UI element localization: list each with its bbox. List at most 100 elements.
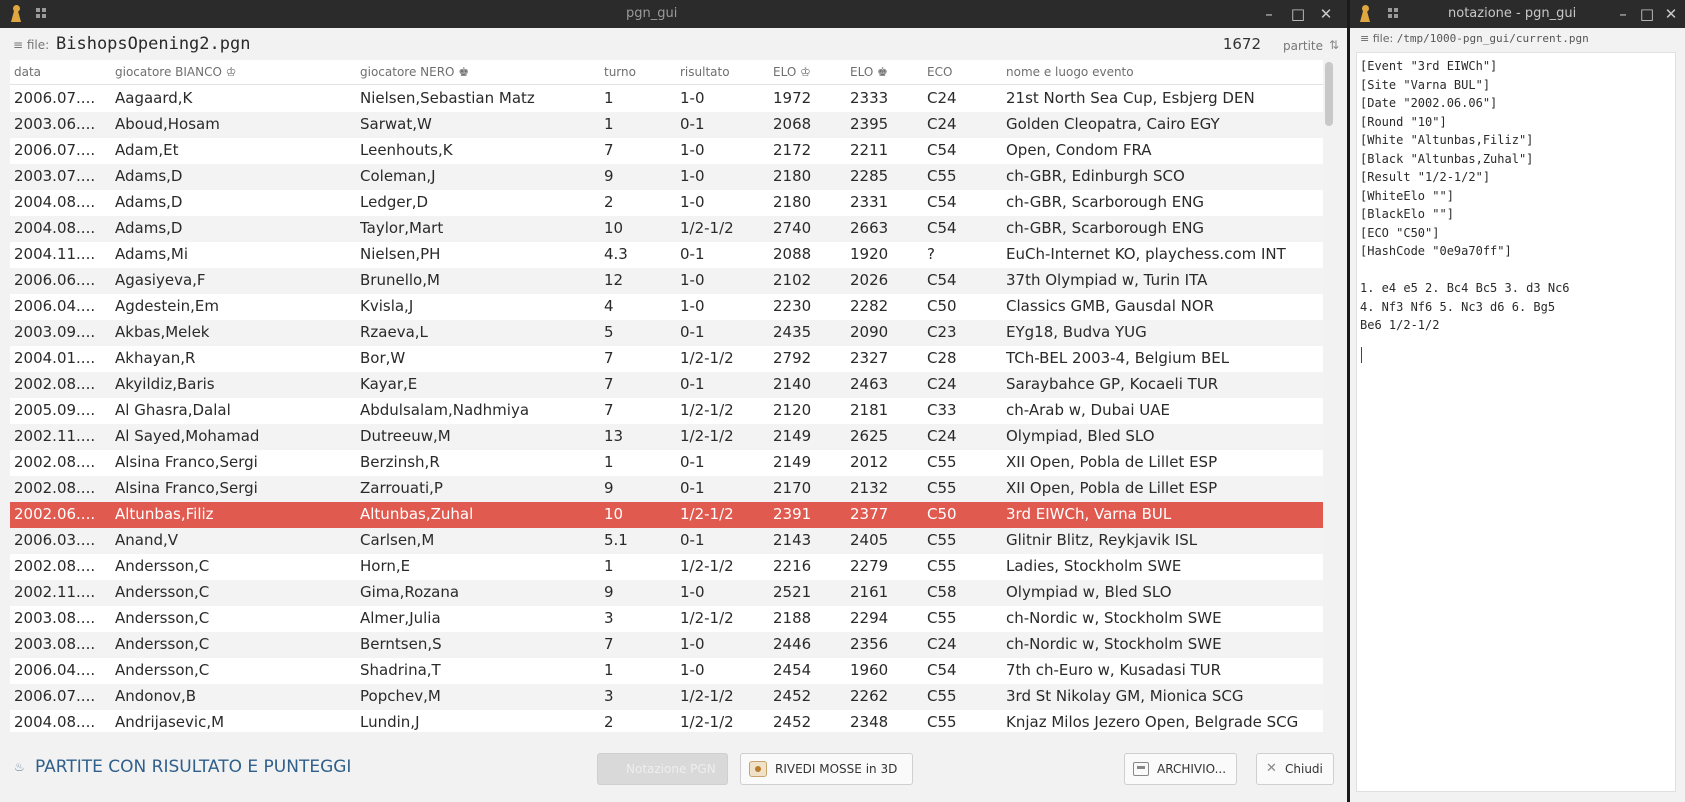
table-cell: 1/2-1/2	[680, 349, 734, 367]
table-cell: Lundin,J	[360, 713, 420, 731]
table-cell: C54	[927, 141, 957, 159]
table-row[interactable]: 2006.04.... Agdestein,Em Kvisla,J 4 1-0 2230 2…	[10, 294, 1325, 320]
table-scrollbar[interactable]	[1323, 60, 1335, 732]
table-cell: 2521	[773, 583, 812, 601]
table-cell: Olympiad w, Bled SLO	[1006, 583, 1172, 601]
column-header-2[interactable]: giocatore NERO ♚	[360, 65, 605, 79]
table-row[interactable]: 2004.08.... Andrijasevic,M Lundin,J 2 1/2-1/…	[10, 710, 1325, 732]
minimize-button[interactable]: –	[1258, 2, 1280, 26]
table-row[interactable]: 2004.01.... Akhayan,R Bor,W 7 1/2-1/2 2792 232…	[10, 346, 1325, 372]
close-window-button[interactable]: ✕	[1660, 2, 1682, 26]
column-header-3[interactable]: turno	[604, 65, 674, 79]
table-cell: 2149	[773, 427, 812, 445]
table-cell: 1-0	[680, 193, 705, 211]
table-cell: EYg18, Budva YUG	[1006, 323, 1147, 341]
table-row[interactable]: 2006.07.... Adam,Et Leenhouts,K 7 1-0 2172 221…	[10, 138, 1325, 164]
table-cell: 0-1	[680, 479, 705, 497]
table-cell: 2149	[773, 453, 812, 471]
table-row[interactable]: 2002.11.... Andersson,C Gima,Rozana 9 1-0 252…	[10, 580, 1325, 606]
table-cell: 1-0	[680, 297, 705, 315]
table-row[interactable]: 2006.04.... Andersson,C Shadrina,T 1 1-0 2454…	[10, 658, 1325, 684]
notation-pgn-button[interactable]: Notazione PGN	[597, 753, 728, 785]
table-cell: 2002.08....	[14, 453, 96, 471]
table-cell: 1	[604, 89, 614, 107]
table-row[interactable]: 2003.06.... Aboud,Hosam Sarwat,W 1 0-1 2068 23…	[10, 112, 1325, 138]
table-row[interactable]: 2002.08.... Alsina Franco,Sergi Zarrouati,…	[10, 476, 1325, 502]
table-row[interactable]: 2004.11.... Adams,Mi Nielsen,PH 4.3 0-1 2088 1…	[10, 242, 1325, 268]
table-cell: Carlsen,M	[360, 531, 435, 549]
column-header-8[interactable]: nome e luogo evento	[1006, 65, 1321, 79]
table-cell: 2143	[773, 531, 812, 549]
table-cell: 1/2-1/2	[680, 427, 734, 445]
table-row[interactable]: 2002.08.... Andersson,C Horn,E 1 1/2-1/2 2216…	[10, 554, 1325, 580]
table-cell: Andersson,C	[115, 557, 210, 575]
table-row[interactable]: 2006.07.... Aagaard,K Nielsen,Sebastian Ma…	[10, 86, 1325, 112]
column-header-1[interactable]: giocatore BIANCO ♔	[115, 65, 351, 79]
table-cell: 10	[604, 505, 624, 523]
table-row[interactable]: 2004.08.... Adams,D Ledger,D 2 1-0 2180 2331 C5…	[10, 190, 1325, 216]
table-cell: 2262	[850, 687, 889, 705]
column-header-0[interactable]: data	[14, 65, 110, 79]
archive-button[interactable]: ARCHIVIO...	[1124, 753, 1237, 785]
table-cell: Nielsen,PH	[360, 245, 441, 263]
table-row[interactable]: 2004.08.... Adams,D Taylor,Mart 10 1/2-1/2 27…	[10, 216, 1325, 242]
table-cell: Shadrina,T	[360, 661, 441, 679]
table-cell: 2216	[773, 557, 812, 575]
table-row[interactable]: 2006.07.... Andonov,B Popchev,M 3 1/2-1/2 245…	[10, 684, 1325, 710]
table-cell: ch-GBR, Edinburgh SCO	[1006, 167, 1185, 185]
table-row[interactable]: 2002.11.... Al Sayed,Mohamad Dutreeuw,M 13 1…	[10, 424, 1325, 450]
column-header-7[interactable]: ECO	[927, 65, 997, 79]
table-cell: 1/2-1/2	[680, 401, 734, 419]
table-cell: Altunbas,Filiz	[115, 505, 214, 523]
table-cell: 2391	[773, 505, 812, 523]
table-cell: Bor,W	[360, 349, 406, 367]
close-window-button[interactable]: ✕	[1315, 2, 1337, 26]
table-cell: ch-Nordic w, Stockholm SWE	[1006, 635, 1222, 653]
table-cell: 2012	[850, 453, 889, 471]
column-header-6[interactable]: ELO ♚	[850, 65, 920, 79]
minimize-button[interactable]: –	[1612, 2, 1634, 26]
table-row[interactable]: 2003.09.... Akbas,Melek Rzaeva,L 5 0-1 2435 20…	[10, 320, 1325, 346]
maximize-button[interactable]: □	[1287, 2, 1309, 26]
table-cell: Adams,D	[115, 193, 183, 211]
table-cell: 2003.08....	[14, 635, 96, 653]
replay-3d-button[interactable]: RIVEDI MOSSE in 3D	[740, 753, 913, 785]
table-cell: C55	[927, 479, 957, 497]
close-button[interactable]: ✕ Chiudi	[1256, 753, 1334, 785]
table-cell: 2331	[850, 193, 889, 211]
table-cell: Ledger,D	[360, 193, 429, 211]
column-header-5[interactable]: ELO ♔	[773, 65, 843, 79]
table-cell: 2663	[850, 219, 889, 237]
table-cell: C33	[927, 401, 957, 419]
scrollbar-thumb[interactable]	[1325, 62, 1333, 126]
table-row-selected[interactable]: 2002.06.... Altunbas,Filiz Altunbas,Zuhal 1…	[10, 502, 1325, 528]
table-cell: 2792	[773, 349, 812, 367]
maximize-button[interactable]: □	[1636, 2, 1658, 26]
eye-3d-icon	[749, 761, 767, 777]
table-row[interactable]: 2006.06.... Agasiyeva,F Brunello,M 12 1-0 210…	[10, 268, 1325, 294]
main-titlebar[interactable]: pgn_gui – □ ✕	[0, 0, 1347, 28]
table-cell: Andonov,B	[115, 687, 197, 705]
table-row[interactable]: 2003.07.... Adams,D Coleman,J 9 1-0 2180 2285 C…	[10, 164, 1325, 190]
notation-text-editor[interactable]: [Event "3rd EIWCh"] [Site "Varna BUL"] […	[1356, 52, 1676, 792]
notation-titlebar[interactable]: notazione - pgn_gui – □ ✕	[1350, 0, 1685, 28]
table-cell: 1-0	[680, 141, 705, 159]
table-row[interactable]: 2003.08.... Andersson,C Berntsen,S 7 1-0 2446…	[10, 632, 1325, 658]
table-row[interactable]: 2005.09.... Al Ghasra,Dalal Abdulsalam,Nad…	[10, 398, 1325, 424]
grid-menu-icon[interactable]	[1388, 8, 1398, 18]
table-cell: 21st North Sea Cup, Esbjerg DEN	[1006, 89, 1255, 107]
table-row[interactable]: 2002.08.... Akyildiz,Baris Kayar,E 7 0-1 2140…	[10, 372, 1325, 398]
table-row[interactable]: 2006.03.... Anand,V Carlsen,M 5.1 0-1 2143 240…	[10, 528, 1325, 554]
pgn-text[interactable]: [Event "3rd EIWCh"] [Site "Varna BUL"] […	[1360, 57, 1570, 335]
table-cell: Horn,E	[360, 557, 411, 575]
table-row[interactable]: 2002.08.... Alsina Franco,Sergi Berzinsh,R…	[10, 450, 1325, 476]
chess-pawn-icon	[10, 5, 22, 23]
table-cell: 2452	[773, 713, 812, 731]
table-cell: 2002.11....	[14, 583, 96, 601]
sort-icon[interactable]: ⇅	[1329, 38, 1339, 52]
table-row[interactable]: 2003.08.... Andersson,C Almer,Julia 3 1/2-1/…	[10, 606, 1325, 632]
column-header-4[interactable]: risultato	[680, 65, 780, 79]
table-cell: ?	[927, 245, 935, 263]
table-cell: 2188	[773, 609, 812, 627]
grid-menu-icon[interactable]	[36, 8, 46, 18]
